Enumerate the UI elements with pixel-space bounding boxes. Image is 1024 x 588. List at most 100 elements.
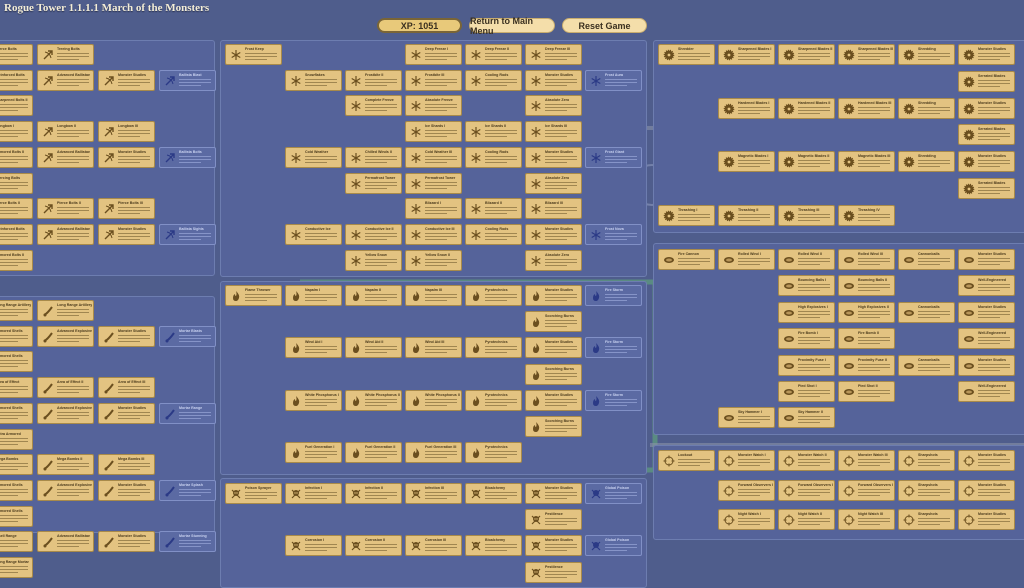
skill-node-sniper-monster-studies[interactable]: Monster Studies (958, 509, 1015, 530)
skill-node-cannon-proximity-fuse-ii[interactable]: Proximity Fuse II (838, 355, 895, 376)
skill-node-flame-pyrotechnics[interactable]: Pyrotechnics (465, 285, 522, 306)
skill-node-frost-absolute-zero[interactable]: Absolute Zero (525, 250, 582, 271)
skill-node-frost-ice-shards-iii[interactable]: Ice Shards III (525, 121, 582, 142)
skill-node-poison-infection-iii[interactable]: Infection III (405, 483, 462, 504)
skill-node-mortar-shell-range[interactable]: Shell Range (0, 531, 33, 552)
skill-node-saw-shredding[interactable]: Shredding (898, 44, 955, 65)
skill-node-mortar-extra-armored[interactable]: Extra Armored (0, 429, 33, 450)
skill-node-sniper-monster-studies[interactable]: Monster Studies (958, 450, 1015, 471)
skill-node-cannon-cannonballs[interactable]: Cannonballs (898, 249, 955, 270)
skill-node-saw-thrashing-iv[interactable]: Thrashing IV (838, 205, 895, 226)
skill-node-saw-hardened-blades-ii[interactable]: Hardened Blades II (778, 98, 835, 119)
skill-node-flame-scorching-burns[interactable]: Scorching Burns (525, 364, 582, 385)
skill-node-frost-absolute-freeze[interactable]: Absolute Freeze (405, 95, 462, 116)
skill-node-frost-conductive-ice[interactable]: Conductive Ice (285, 224, 342, 245)
skill-node-cannon-monster-studies[interactable]: Monster Studies (958, 355, 1015, 376)
skill-node-mortar-mortar-splash[interactable]: Mortar Splash (159, 480, 216, 501)
skill-node-cannon-sky-hammer-ii[interactable]: Sky Hammer II (778, 407, 835, 428)
skill-node-cannon-rolled-wind-iii[interactable]: Rolled Wind III (838, 249, 895, 270)
skill-node-cannon-fire-cannon[interactable]: Fire Cannon (658, 249, 715, 270)
skill-node-mortar-long-range-artillery-ii[interactable]: Long Range Artillery II (37, 300, 94, 321)
skill-node-mortar-long-range-mortar[interactable]: Long Range Mortar (0, 557, 33, 578)
skill-node-cannon-high-explosives-ii[interactable]: High Explosives II (838, 302, 895, 323)
skill-node-ballista-ballista-bolts[interactable]: Ballista Bolts (159, 147, 216, 168)
skill-node-mortar-mortar-range[interactable]: Mortar Range (159, 403, 216, 424)
skill-node-cannon-bouncing-balls-i[interactable]: Bouncing Balls I (778, 275, 835, 296)
skill-node-flame-pyrotechnics[interactable]: Pyrotechnics (465, 442, 522, 463)
skill-node-mortar-area-of-effect[interactable]: Area of Effect (0, 377, 33, 398)
skill-node-mortar-mortar-blasts[interactable]: Mortar Blasts (159, 326, 216, 347)
skill-node-flame-fire-storm[interactable]: Fire Storm (585, 390, 642, 411)
skill-node-mortar-armored-shells[interactable]: Armored Shells (0, 326, 33, 347)
skill-node-flame-fuel-generation-ii[interactable]: Fuel Generation II (345, 442, 402, 463)
skill-node-ballista-longbow-iii[interactable]: Longbow III (98, 121, 155, 142)
skill-node-sniper-monster-watch-ii[interactable]: Monster Watch II (778, 450, 835, 471)
skill-node-flame-fire-storm[interactable]: Fire Storm (585, 337, 642, 358)
skill-node-ballista-pierce-bolts-ii[interactable]: Pierce Bolts II (37, 198, 94, 219)
skill-node-flame-fire-storm[interactable]: Fire Storm (585, 285, 642, 306)
skill-node-mortar-mega-bombs[interactable]: Mega Bombs (0, 454, 33, 475)
skill-node-flame-pyrotechnics[interactable]: Pyrotechnics (465, 390, 522, 411)
skill-node-sniper-forward-observers-iii[interactable]: Forward Observers III (838, 480, 895, 501)
skill-node-poison-pestilence[interactable]: Pestilence (525, 562, 582, 583)
skill-node-sniper-night-watch-i[interactable]: Night Watch I (718, 509, 775, 530)
skill-node-ballista-ballista-sights[interactable]: Ballista Sights (159, 224, 216, 245)
skill-node-mortar-monster-studies[interactable]: Monster Studies (98, 531, 155, 552)
skill-node-ballista-armored-bolts-ii[interactable]: Armored Bolts II (0, 250, 33, 271)
skill-node-saw-sharpened-blades-iii[interactable]: Sharpened Blades III (838, 44, 895, 65)
skill-node-cannon-monster-studies[interactable]: Monster Studies (958, 249, 1015, 270)
skill-node-frost-ice-shards-i[interactable]: Ice Shards I (405, 121, 462, 142)
skill-node-frost-blizzard-iii[interactable]: Blizzard III (525, 198, 582, 219)
skill-node-sniper-forward-observers-i[interactable]: Forward Observers I (718, 480, 775, 501)
skill-node-mortar-advanced-ballistae[interactable]: Advanced Ballistae (37, 531, 94, 552)
skill-node-saw-monster-studies[interactable]: Monster Studies (958, 98, 1015, 119)
skill-node-saw-magnetic-blades-i[interactable]: Magnetic Blades I (718, 151, 775, 172)
skill-node-frost-monster-studies[interactable]: Monster Studies (525, 147, 582, 168)
skill-node-poison-corrosion-ii[interactable]: Corrosion II (345, 535, 402, 556)
skill-node-frost-frost-keep[interactable]: Frost Keep (225, 44, 282, 65)
skill-node-saw-sharpened-blades-i[interactable]: Sharpened Blades I (718, 44, 775, 65)
skill-node-flame-wind-aid-ii[interactable]: Wind Aid II (345, 337, 402, 358)
skill-node-sniper-night-watch-iii[interactable]: Night Watch III (838, 509, 895, 530)
skill-node-cannon-cannonballs[interactable]: Cannonballs (898, 355, 955, 376)
reset-game-button[interactable]: Reset Game (562, 18, 647, 33)
skill-node-cannon-high-explosives-i[interactable]: High Explosives I (778, 302, 835, 323)
skill-node-saw-sharpened-blades-ii[interactable]: Sharpened Blades II (778, 44, 835, 65)
skill-node-flame-white-phosphorus-ii[interactable]: White Phosphorus II (345, 390, 402, 411)
skill-node-mortar-area-of-effect-ii[interactable]: Area of Effect II (37, 377, 94, 398)
skill-node-ballista-monster-studies[interactable]: Monster Studies (98, 147, 155, 168)
skill-node-sniper-monster-studies[interactable]: Monster Studies (958, 480, 1015, 501)
skill-node-saw-monster-studies[interactable]: Monster Studies (958, 44, 1015, 65)
skill-node-saw-serrated-blades[interactable]: Serrated Blades (958, 124, 1015, 145)
skill-node-mortar-monster-studies[interactable]: Monster Studies (98, 480, 155, 501)
skill-node-frost-absolute-zero[interactable]: Absolute Zero (525, 173, 582, 194)
skill-node-ballista-advanced-ballistae[interactable]: Advanced Ballistae (37, 224, 94, 245)
skill-node-poison-monster-studies[interactable]: Monster Studies (525, 535, 582, 556)
skill-node-flame-monster-studies[interactable]: Monster Studies (525, 390, 582, 411)
skill-node-frost-complete-freeze[interactable]: Complete Freeze (345, 95, 402, 116)
skill-node-ballista-reinforced-bolts[interactable]: Reinforced Bolts (0, 70, 33, 91)
skill-node-ballista-pierce-bolts[interactable]: Pierce Bolts (0, 44, 33, 65)
skill-node-mortar-monster-studies[interactable]: Monster Studies (98, 326, 155, 347)
skill-node-saw-magnetic-blades-ii[interactable]: Magnetic Blades II (778, 151, 835, 172)
skill-node-saw-monster-studies[interactable]: Monster Studies (958, 151, 1015, 172)
skill-node-ballista-longbow-ii[interactable]: Longbow II (37, 121, 94, 142)
skill-node-poison-corrosion-i[interactable]: Corrosion I (285, 535, 342, 556)
skill-node-saw-thrashing-ii[interactable]: Thrashing II (718, 205, 775, 226)
skill-node-poison-infection-ii[interactable]: Infection II (345, 483, 402, 504)
skill-node-saw-serrated-blades[interactable]: Serrated Blades (958, 71, 1015, 92)
skill-node-poison-bioalchemy[interactable]: Bioalchemy (465, 535, 522, 556)
skill-node-frost-cold-weather[interactable]: Cold Weather (285, 147, 342, 168)
skill-node-cannon-well-engineered[interactable]: Well-Engineered (958, 275, 1015, 296)
skill-node-flame-napalm-ii[interactable]: Napalm II (345, 285, 402, 306)
skill-node-frost-conductive-ice-iii[interactable]: Conductive Ice III (405, 224, 462, 245)
skill-node-mortar-mega-bombs-iii[interactable]: Mega Bombs III (98, 454, 155, 475)
skill-node-sniper-forward-observers-ii[interactable]: Forward Observers II (778, 480, 835, 501)
skill-node-sniper-sharpshots[interactable]: Sharpshots (898, 509, 955, 530)
skill-node-sniper-sharpshots[interactable]: Sharpshots (898, 480, 955, 501)
skill-node-flame-fuel-generation-i[interactable]: Fuel Generation I (285, 442, 342, 463)
skill-node-mortar-area-of-effect-iii[interactable]: Area of Effect III (98, 377, 155, 398)
skill-node-flame-napalm-i[interactable]: Napalm I (285, 285, 342, 306)
skill-node-poison-pestilence[interactable]: Pestilence (525, 509, 582, 530)
skill-node-cannon-well-engineered[interactable]: Well-Engineered (958, 381, 1015, 402)
